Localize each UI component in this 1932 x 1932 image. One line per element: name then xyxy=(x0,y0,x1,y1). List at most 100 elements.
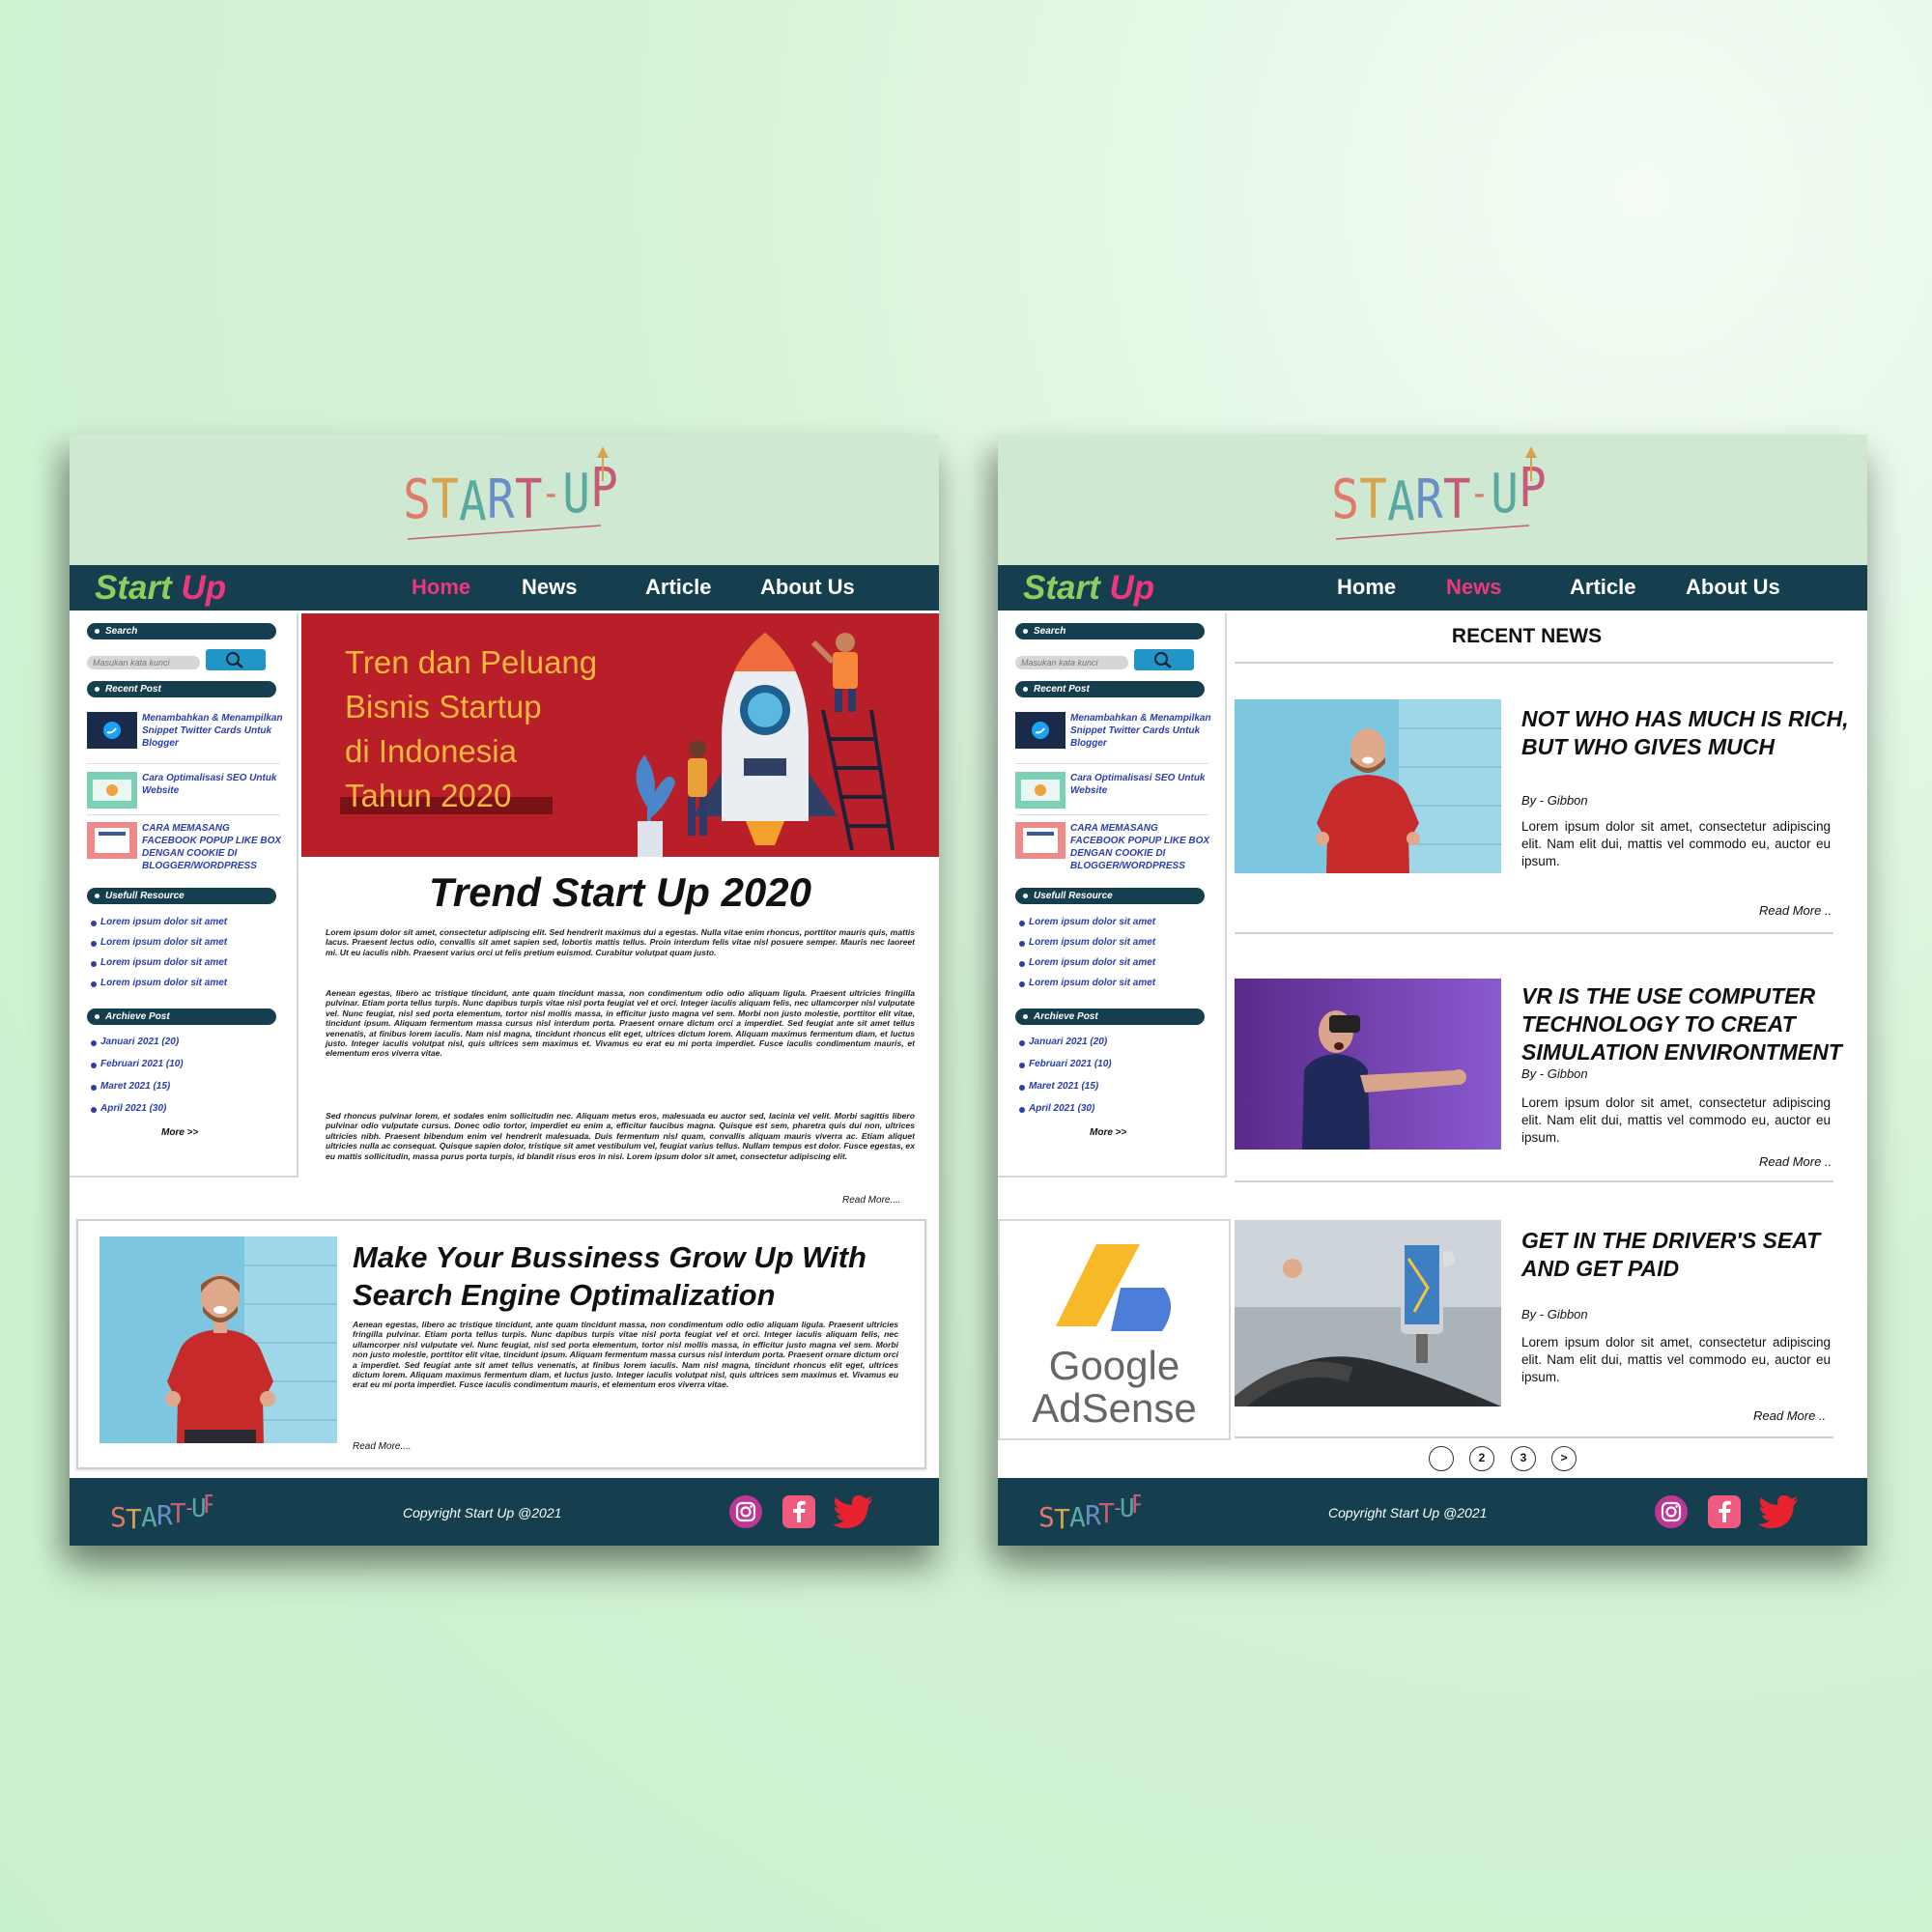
resource-link[interactable]: Lorem ipsum dolor sit amet xyxy=(1018,957,1155,968)
twitter-icon[interactable] xyxy=(1758,1495,1799,1528)
nav-news[interactable]: News xyxy=(1446,575,1501,600)
brand-wordmark[interactable]: Start Up xyxy=(95,569,226,608)
nav-about-us[interactable]: About Us xyxy=(1686,575,1780,600)
news-title[interactable]: VR IS THE USE COMPUTER TECHNOLOGY TO CRE… xyxy=(1521,982,1867,1066)
archive-link[interactable]: Maret 2021 (15) xyxy=(90,1081,170,1092)
news-image-vr[interactable] xyxy=(1235,979,1501,1150)
promo-read-more[interactable]: Read More.... xyxy=(353,1441,412,1452)
sidebar: Search Recent Post Menambahkan & Menampi… xyxy=(70,613,298,1178)
main-nav: Start Up Home News Article About Us xyxy=(998,565,1867,611)
resource-link[interactable]: Lorem ipsum dolor sit amet xyxy=(1018,937,1155,948)
resource-link[interactable]: Lorem ipsum dolor sit amet xyxy=(90,917,227,927)
search-input[interactable] xyxy=(1015,656,1128,669)
facebook-icon[interactable] xyxy=(1708,1495,1741,1528)
article-title[interactable]: Trend Start Up 2020 xyxy=(301,869,939,916)
footer-logo[interactable]: S T A R T - U P xyxy=(106,1486,213,1539)
search-label: Search xyxy=(1034,626,1066,637)
archive-link[interactable]: April 2021 (30) xyxy=(90,1103,166,1114)
recent-post-title: CARA MEMASANG FACEBOOK POPUP LIKE BOX DE… xyxy=(1070,823,1210,871)
archive-more-link[interactable]: More >> xyxy=(161,1127,198,1138)
news-read-more[interactable]: Read More .. xyxy=(1759,1154,1832,1169)
nav-home[interactable]: Home xyxy=(1337,575,1396,600)
site-header: S T A R T - U P xyxy=(998,435,1867,565)
news-title[interactable]: GET IN THE DRIVER'S SEAT AND GET PAID xyxy=(1521,1227,1867,1283)
resource-link[interactable]: Lorem ipsum dolor sit amet xyxy=(90,978,227,988)
start-up-logo[interactable]: S T A R T - U P xyxy=(1317,442,1548,558)
resource-label: Usefull Resource xyxy=(1034,891,1113,901)
svg-text:T: T xyxy=(431,469,459,531)
nav-home[interactable]: Home xyxy=(412,575,470,600)
nav-article[interactable]: Article xyxy=(645,575,711,600)
archive-section-header: Archieve Post xyxy=(1015,1009,1205,1025)
search-icon xyxy=(226,652,243,668)
nav-about-us[interactable]: About Us xyxy=(760,575,855,600)
recent-post-item[interactable]: Menambahkan & Menampilkan Snippet Twitte… xyxy=(87,712,283,762)
hero-banner[interactable]: Tren dan Peluang Bisnis Startup di Indon… xyxy=(301,613,939,857)
svg-text:A: A xyxy=(141,1501,157,1533)
twitter-thumbnail xyxy=(1015,712,1065,749)
pagination-page-1[interactable] xyxy=(1429,1446,1454,1471)
recent-post-item[interactable]: Menambahkan & Menampilkan Snippet Twitte… xyxy=(1015,712,1211,762)
brand-wordmark[interactable]: Start Up xyxy=(1023,569,1154,608)
resource-link[interactable]: Lorem ipsum dolor sit amet xyxy=(1018,978,1155,988)
search-button[interactable] xyxy=(206,649,266,670)
twitter-icon[interactable] xyxy=(833,1495,873,1528)
divider xyxy=(1235,1436,1833,1438)
news-author: By - Gibbon xyxy=(1521,793,1588,808)
nav-article[interactable]: Article xyxy=(1570,575,1635,600)
search-label: Search xyxy=(105,626,138,637)
promo-title[interactable]: Make Your Bussiness Grow Up With Search … xyxy=(353,1238,913,1314)
search-button[interactable] xyxy=(1134,649,1194,670)
article-read-more[interactable]: Read More.... xyxy=(842,1195,901,1206)
recent-post-title: Cara Optimalisasi SEO Untuk Website xyxy=(142,773,277,796)
archive-more-link[interactable]: More >> xyxy=(1090,1127,1126,1138)
rocket-illustration xyxy=(636,633,895,857)
instagram-icon[interactable] xyxy=(1655,1495,1688,1528)
pagination-page-3[interactable]: 3 xyxy=(1511,1446,1536,1471)
recent-label: Recent Post xyxy=(1034,684,1090,695)
nav-news[interactable]: News xyxy=(522,575,577,600)
recent-post-title: Menambahkan & Menampilkan Snippet Twitte… xyxy=(142,713,283,749)
recent-post-title: CARA MEMASANG FACEBOOK POPUP LIKE BOX DE… xyxy=(142,823,282,871)
news-image-car-phone[interactable] xyxy=(1235,1220,1501,1406)
seo-thumbnail xyxy=(87,772,137,809)
archive-section-header: Archieve Post xyxy=(87,1009,276,1025)
recent-post-item[interactable]: CARA MEMASANG FACEBOOK POPUP LIKE BOX DE… xyxy=(1015,822,1209,872)
news-read-more[interactable]: Read More .. xyxy=(1753,1408,1826,1423)
instagram-icon[interactable] xyxy=(729,1495,762,1528)
seo-promo-card: Make Your Bussiness Grow Up With Search … xyxy=(76,1219,926,1469)
archive-link[interactable]: Februari 2021 (10) xyxy=(1019,1059,1112,1069)
recent-post-title: Menambahkan & Menampilkan Snippet Twitte… xyxy=(1070,713,1211,749)
divider xyxy=(1235,932,1833,934)
news-title[interactable]: NOT WHO HAS MUCH IS RICH, BUT WHO GIVES … xyxy=(1521,705,1867,761)
popup-thumbnail xyxy=(1015,822,1065,859)
site-header: S T A R T - U P xyxy=(70,435,939,565)
pagination-next[interactable]: > xyxy=(1551,1446,1577,1471)
archive-link[interactable]: Februari 2021 (10) xyxy=(91,1059,184,1069)
resource-link[interactable]: Lorem ipsum dolor sit amet xyxy=(90,937,227,948)
svg-text:U: U xyxy=(562,463,590,526)
footer-logo[interactable]: S T A R T - U P xyxy=(1035,1486,1141,1539)
search-input[interactable] xyxy=(87,656,200,669)
pagination-page-2[interactable]: 2 xyxy=(1469,1446,1494,1471)
search-section-header: Search xyxy=(1015,623,1205,639)
archive-link[interactable]: April 2021 (30) xyxy=(1018,1103,1094,1114)
svg-text:S: S xyxy=(1038,1501,1055,1533)
svg-text:S: S xyxy=(1331,469,1359,531)
happy-man-photo[interactable] xyxy=(99,1236,337,1443)
hero-line: Tren dan Peluang xyxy=(345,644,598,680)
site-footer: S T A R T - U P Copyright Start Up @2021 xyxy=(998,1478,1867,1546)
home-page-mockup: S T A R T - U P Start Up Home News Artic… xyxy=(70,435,939,1546)
archive-link[interactable]: Maret 2021 (15) xyxy=(1018,1081,1098,1092)
news-image-happy-man[interactable] xyxy=(1235,699,1501,873)
facebook-icon[interactable] xyxy=(782,1495,815,1528)
hero-line: Tahun 2020 xyxy=(345,778,512,813)
resource-link[interactable]: Lorem ipsum dolor sit amet xyxy=(90,957,227,968)
recent-post-item[interactable]: CARA MEMASANG FACEBOOK POPUP LIKE BOX DE… xyxy=(87,822,281,872)
archive-link[interactable]: Januari 2021 (20) xyxy=(90,1037,179,1047)
news-read-more[interactable]: Read More .. xyxy=(1759,903,1832,918)
archive-link[interactable]: Januari 2021 (20) xyxy=(1018,1037,1107,1047)
start-up-logo[interactable]: S T A R T - U P xyxy=(388,442,620,558)
google-adsense-ad[interactable]: Google AdSense xyxy=(998,1219,1231,1440)
resource-link[interactable]: Lorem ipsum dolor sit amet xyxy=(1018,917,1155,927)
